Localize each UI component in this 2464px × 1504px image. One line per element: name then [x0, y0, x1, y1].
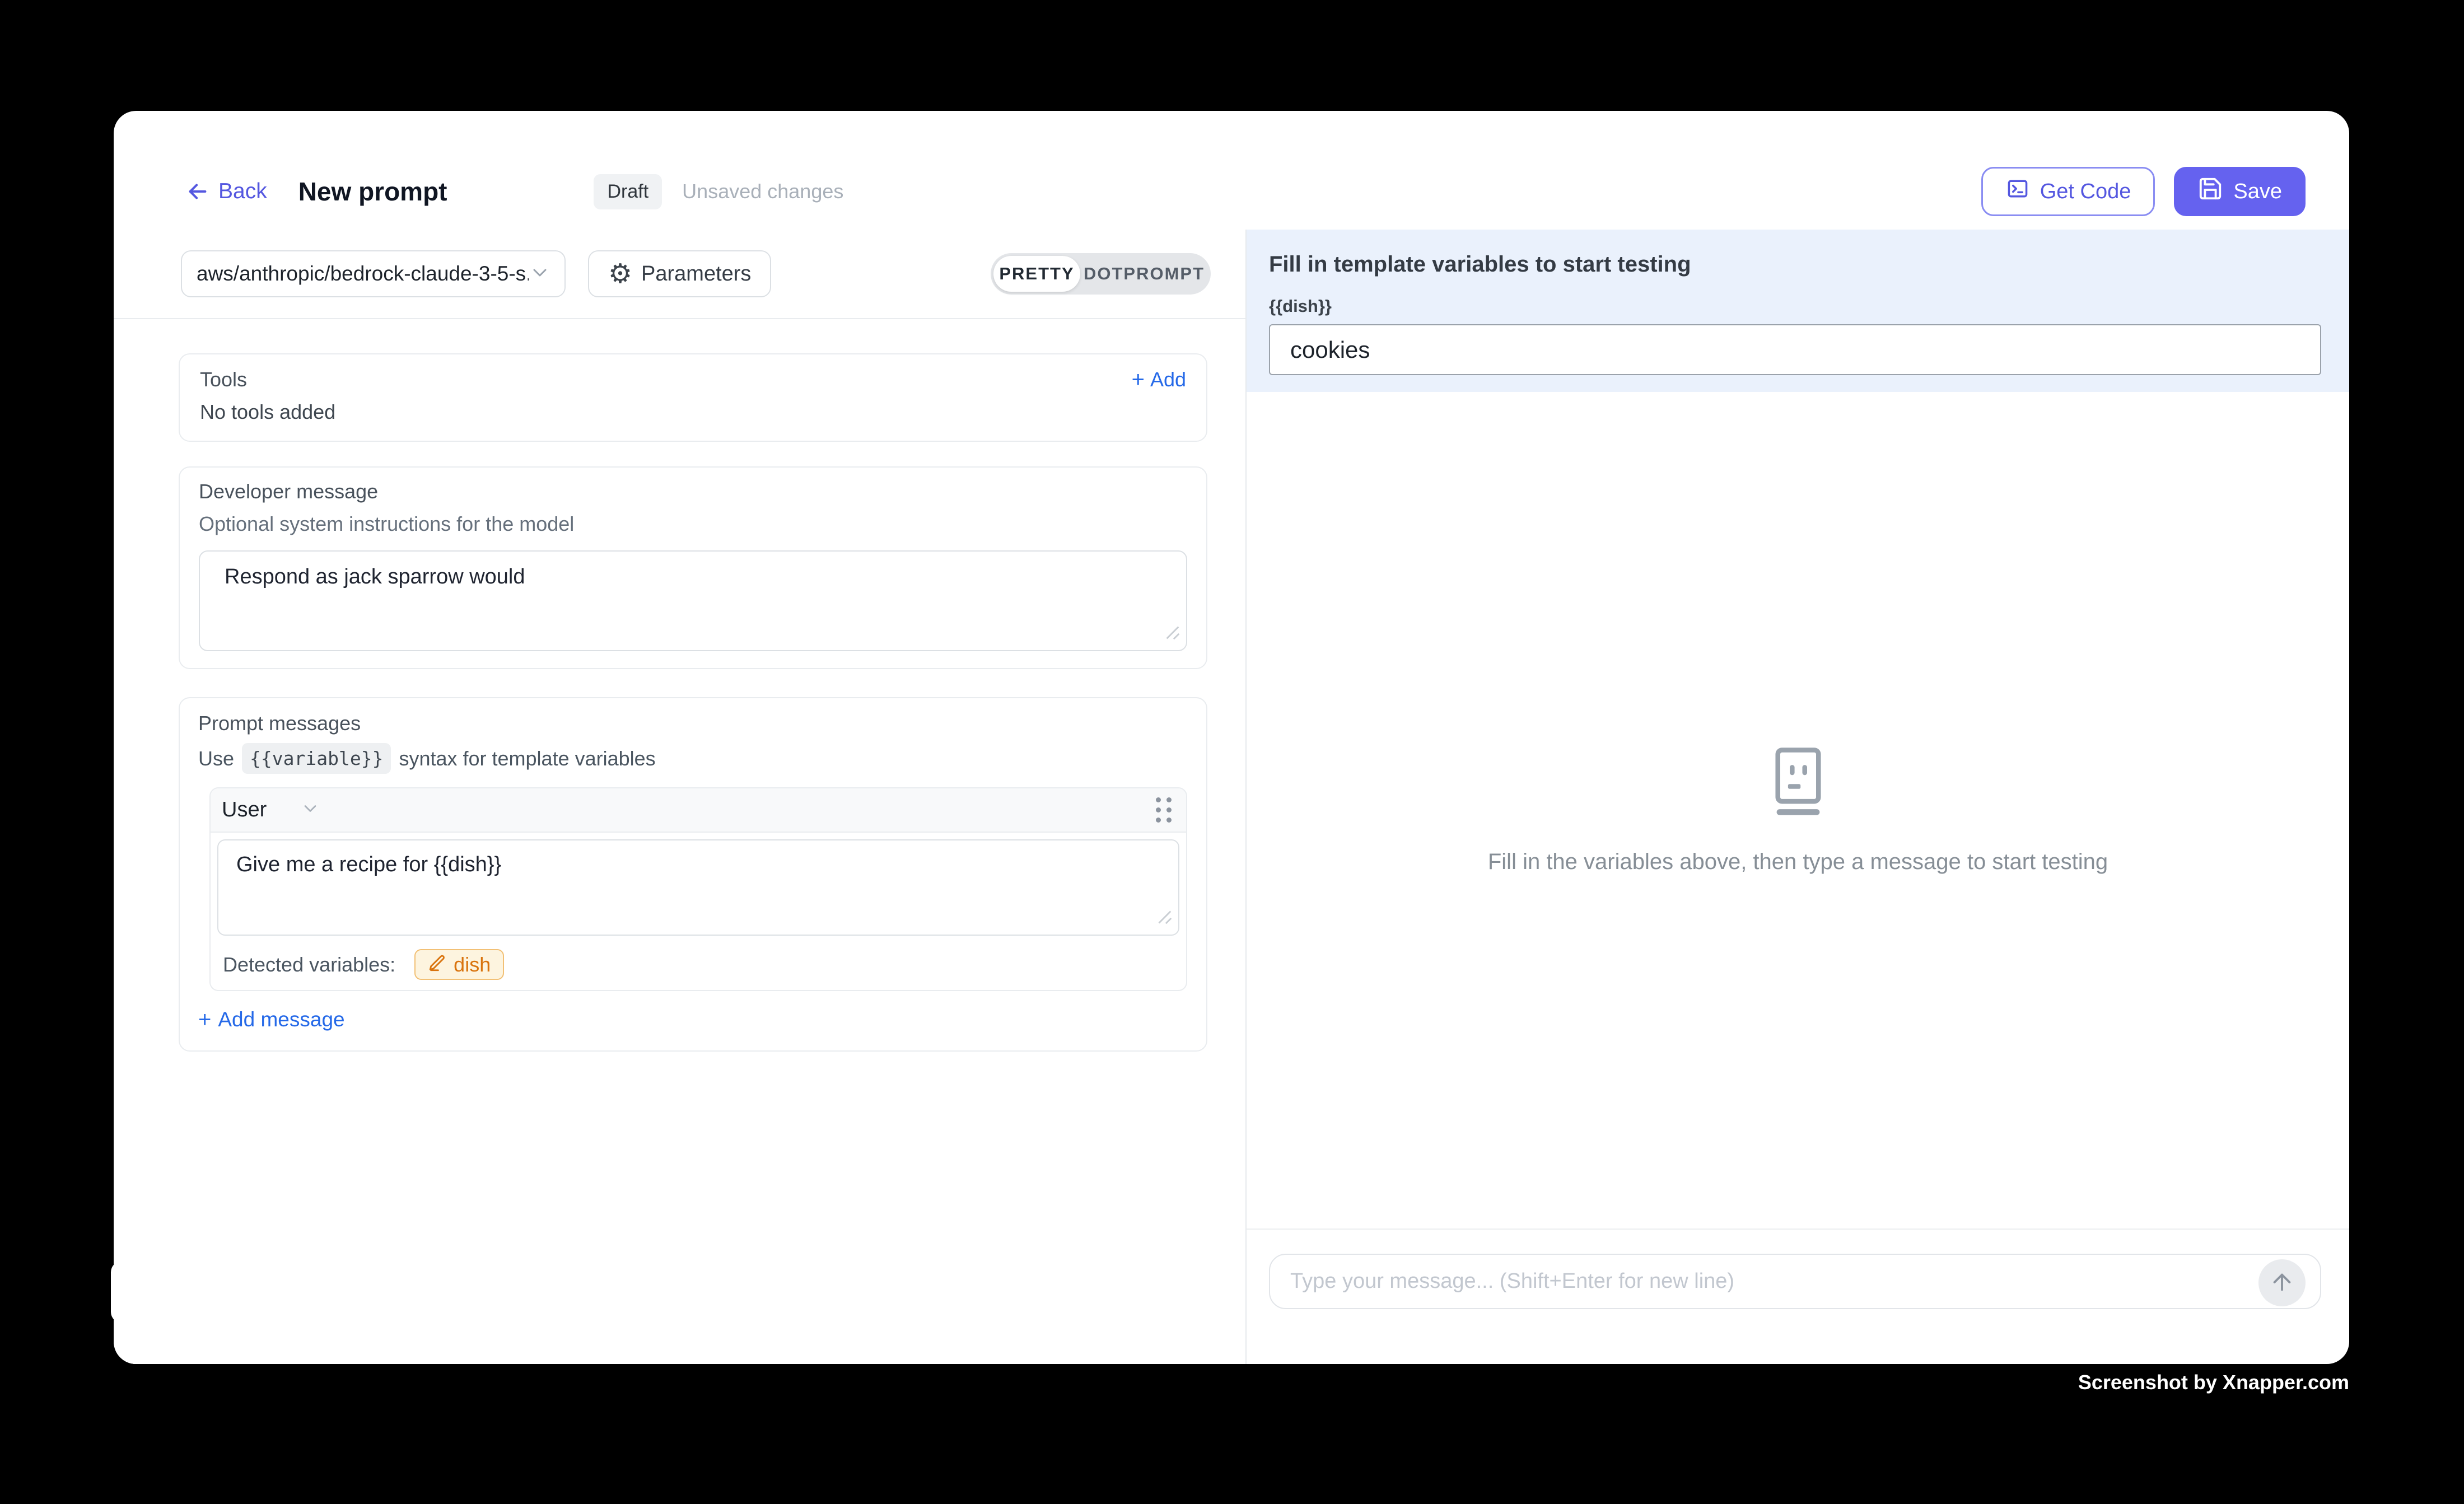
gear-icon: ⚙ [608, 260, 632, 287]
save-label: Save [2233, 180, 2282, 204]
empty-state-text: Fill in the variables above, then type a… [1488, 849, 2108, 875]
drag-handle-icon[interactable] [1156, 797, 1172, 823]
unsaved-changes-text: Unsaved changes [682, 180, 843, 203]
parameters-label: Parameters [641, 262, 751, 286]
developer-message-textarea[interactable]: Respond as jack sparrow would [199, 550, 1187, 651]
toggle-pretty[interactable]: PRETTY [993, 256, 1080, 292]
role-select[interactable]: User [222, 798, 320, 822]
detected-variables-label: Detected variables: [223, 953, 395, 977]
page-title: New prompt [298, 176, 447, 207]
detected-variables-row: Detected variables: dish [223, 949, 1179, 980]
back-arrow-icon [185, 179, 211, 204]
developer-message-subtitle: Optional system instructions for the mod… [199, 512, 1187, 536]
resize-grip-icon[interactable] [1155, 907, 1174, 929]
chevron-down-icon [300, 798, 320, 821]
message-input[interactable] [1270, 1255, 2320, 1308]
syntax-code-chip: {{variable}} [242, 743, 391, 774]
view-mode-toggle: PRETTY DOTPROMPT [991, 253, 1211, 295]
developer-message-title: Developer message [199, 480, 1187, 503]
add-tool-label: Add [1150, 368, 1186, 391]
variable-chip-dish[interactable]: dish [414, 949, 504, 980]
get-code-button[interactable]: Get Code [1981, 167, 2155, 216]
arrow-up-icon [2269, 1269, 2295, 1297]
save-icon [2197, 176, 2223, 207]
template-variables-section: Fill in template variables to start test… [1247, 230, 2349, 392]
send-button[interactable] [2258, 1259, 2306, 1306]
variable-value-input[interactable] [1269, 324, 2321, 375]
add-tool-button[interactable]: Add [1132, 368, 1186, 391]
model-select-value: aws/anthropic/bedrock-claude-3-5-s... [197, 262, 529, 286]
tools-card: Tools Add No tools added [179, 353, 1207, 442]
developer-message-textarea-wrap: Respond as jack sparrow would [199, 550, 1187, 651]
watermark-text: Screenshot by Xnapper.com [2078, 1371, 2349, 1394]
app-header: Back New prompt Draft Unsaved changes Ge… [114, 111, 2349, 230]
tools-title: Tools [200, 368, 247, 391]
pencil-icon [428, 954, 447, 975]
editor-toolbar: aws/anthropic/bedrock-claude-3-5-s... ⚙ … [114, 230, 1245, 319]
header-actions: Get Code Save [1981, 167, 2306, 216]
parameters-button[interactable]: ⚙ Parameters [588, 250, 771, 297]
role-select-value: User [222, 798, 267, 822]
variable-key-label: {{dish}} [1269, 296, 2321, 316]
editor-scroll-area: Tools Add No tools added Developer messa… [114, 319, 1245, 1364]
app-window: Back New prompt Draft Unsaved changes Ge… [114, 111, 2349, 1364]
terminal-icon [2005, 176, 2030, 207]
prompt-messages-card: Prompt messages Use {{variable}} syntax … [179, 697, 1207, 1052]
robot-face-icon [1767, 746, 1829, 820]
resize-grip-icon[interactable] [1163, 623, 1182, 644]
syntax-prefix: Use [198, 747, 234, 770]
syntax-hint: Use {{variable}} syntax for template var… [198, 743, 1188, 774]
app-body: aws/anthropic/bedrock-claude-3-5-s... ⚙ … [114, 230, 2349, 1364]
chevron-down-icon [529, 261, 551, 287]
variable-chip-label: dish [454, 953, 491, 977]
tools-card-header: Tools Add [200, 368, 1186, 391]
composer-area [1247, 1229, 2349, 1364]
composer-box [1269, 1254, 2321, 1309]
message-header: User [211, 788, 1186, 833]
status-badge: Draft [594, 174, 662, 209]
back-label: Back [218, 179, 267, 204]
developer-message-card: Developer message Optional system instru… [179, 466, 1207, 669]
test-panel: Fill in template variables to start test… [1245, 230, 2349, 1364]
add-message-button[interactable]: Add message [198, 1008, 345, 1031]
model-select[interactable]: aws/anthropic/bedrock-claude-3-5-s... [181, 250, 566, 297]
message-textarea[interactable]: Give me a recipe for {{dish}} [217, 839, 1179, 936]
back-button[interactable]: Back [185, 179, 267, 204]
get-code-label: Get Code [2040, 180, 2131, 204]
prompt-editor-panel: aws/anthropic/bedrock-claude-3-5-s... ⚙ … [114, 230, 1245, 1364]
save-button[interactable]: Save [2174, 167, 2306, 216]
prompt-messages-title: Prompt messages [198, 712, 1188, 735]
template-variables-title: Fill in template variables to start test… [1269, 252, 2321, 277]
message-block: User Give me a recipe for {{dish}} [209, 787, 1187, 991]
add-message-label: Add message [218, 1008, 344, 1031]
toggle-dotprompt[interactable]: DOTPROMPT [1080, 264, 1208, 284]
chat-empty-area: Fill in the variables above, then type a… [1247, 392, 2349, 1229]
syntax-suffix: syntax for template variables [399, 747, 655, 770]
message-textarea-wrap: Give me a recipe for {{dish}} [217, 839, 1179, 936]
tools-empty-text: No tools added [200, 400, 1186, 424]
